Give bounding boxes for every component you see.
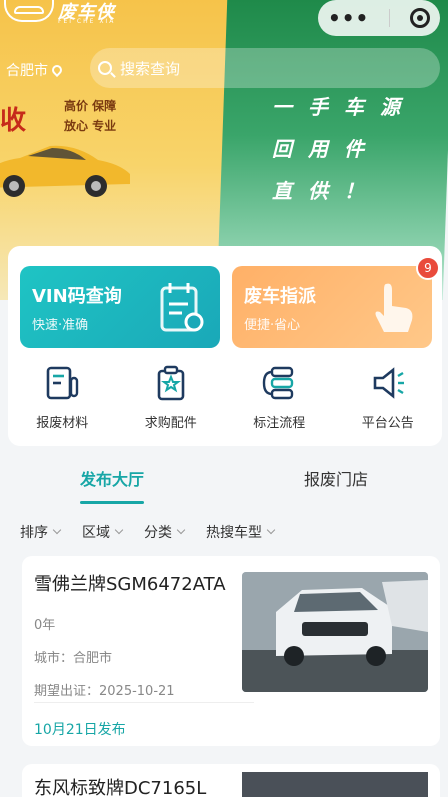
banner-slogan: 高价 保障 放心 专业 — [64, 96, 116, 136]
banner-handwriting: 一手车源 回用件 直供！ — [272, 86, 416, 212]
quick-item-process[interactable]: 标注流程 — [225, 364, 334, 444]
filter-hot-models[interactable]: 热搜车型 — [206, 522, 276, 542]
filter-category[interactable]: 分类 — [144, 522, 186, 542]
filter-bar: 排序 区域 分类 热搜车型 — [20, 522, 276, 542]
yellow-car-illustration — [0, 145, 130, 197]
quick-item-announcement[interactable]: 平台公告 — [334, 364, 443, 444]
more-icon[interactable]: ••• — [328, 6, 369, 30]
chevron-down-icon — [176, 525, 186, 535]
filter-region[interactable]: 区域 — [82, 522, 124, 542]
filter-label: 区域 — [82, 525, 110, 541]
listing-photo — [242, 772, 428, 797]
service-panel: VIN码查询 快速·准确 废车指派 便捷·省心 9 报废材料 求购配件 标注流程… — [8, 246, 442, 446]
quick-item-label: 平台公告 — [361, 416, 414, 431]
listing-photo — [242, 572, 428, 692]
search-input[interactable]: 搜索查询 — [90, 48, 440, 88]
car-logo-icon — [4, 0, 54, 22]
handwriting-line-2: 回用件 — [272, 137, 380, 161]
quick-actions: 报废材料 求购配件 标注流程 平台公告 — [8, 364, 442, 444]
filter-label: 分类 — [144, 525, 172, 541]
search-icon — [98, 61, 112, 75]
city-selector[interactable]: 合肥市 — [6, 60, 65, 80]
quick-item-label: 报废材料 — [36, 416, 89, 431]
megaphone-icon — [373, 367, 404, 399]
close-target-icon[interactable] — [410, 8, 431, 28]
white-suv-photo — [242, 572, 428, 692]
slogan-line-1: 高价 保障 — [64, 99, 117, 113]
process-icon — [263, 366, 294, 400]
main-tabs: 发布大厅 报废门店 — [0, 456, 448, 504]
miniprogram-capsule: ••• — [318, 0, 440, 36]
quick-item-label: 标注流程 — [253, 416, 306, 431]
handwriting-line-3: 直供！ — [272, 179, 380, 203]
listing-published-date: 10月21日发布 — [34, 722, 126, 738]
document-pen-icon — [46, 366, 79, 400]
search-placeholder: 搜索查询 — [120, 59, 181, 78]
logo-subtext: FEI CHE XIA — [58, 18, 116, 25]
location-pin-icon — [49, 62, 65, 78]
chevron-down-icon — [114, 525, 124, 535]
filter-sort[interactable]: 排序 — [20, 522, 62, 542]
quick-item-label: 求购配件 — [144, 416, 197, 431]
quick-item-scrap-materials[interactable]: 报废材料 — [8, 364, 117, 444]
banner-highlight: 收 — [0, 106, 27, 136]
calendar-search-icon — [160, 283, 204, 332]
clipboard-star-icon — [157, 365, 185, 401]
capsule-divider — [389, 9, 391, 27]
tab-publish-hall[interactable]: 发布大厅 — [0, 456, 224, 504]
listing-divider — [34, 702, 254, 703]
tab-scrap-stores[interactable]: 报废门店 — [224, 456, 448, 496]
listing-card[interactable]: 东风标致牌DC7165L — [22, 764, 440, 797]
pointing-hand-icon — [375, 283, 413, 332]
listing-card[interactable]: 雪佛兰牌SGM6472ATA 0年 城市：合肥市 期望出证：2025-10-21… — [22, 556, 440, 746]
scrap-dispatch-card[interactable]: 废车指派 便捷·省心 9 — [232, 256, 440, 348]
city-label: 合肥市 — [6, 63, 48, 79]
chevron-down-icon — [52, 525, 62, 535]
quick-item-buy-parts[interactable]: 求购配件 — [117, 364, 226, 444]
filter-label: 排序 — [20, 525, 48, 541]
vin-query-card[interactable]: VIN码查询 快速·准确 — [20, 266, 220, 348]
slogan-line-2: 放心 专业 — [64, 119, 117, 133]
chevron-down-icon — [266, 525, 276, 535]
handwriting-line-1: 一手车源 — [272, 95, 416, 119]
filter-label: 热搜车型 — [206, 525, 262, 541]
notification-badge: 9 — [416, 256, 440, 280]
